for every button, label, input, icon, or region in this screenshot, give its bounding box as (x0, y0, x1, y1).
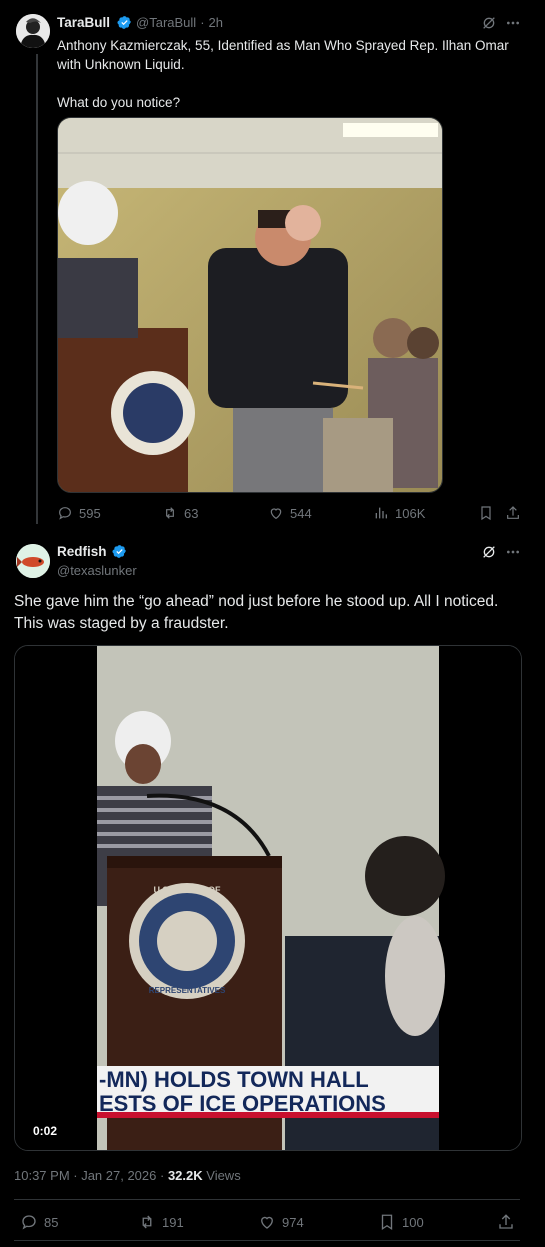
repost-count: 63 (184, 505, 199, 521)
reply-count: 595 (79, 505, 101, 521)
bookmark-icon (381, 1214, 393, 1231)
like-count: 974 (282, 1214, 304, 1230)
thread-connector-line (36, 54, 38, 524)
post-timestamp[interactable]: 10:37 PM · Jan 27, 2026 · (14, 1168, 168, 1183)
bookmark-button[interactable] (478, 505, 494, 521)
repost-button[interactable]: 191 (138, 1213, 184, 1231)
seal-label-top: U.S. HOUSE OF (153, 885, 221, 895)
video-duration: 0:02 (27, 1122, 64, 1140)
share-icon (507, 506, 519, 519)
author-handle[interactable]: @TaraBull (136, 15, 196, 30)
avatar[interactable] (16, 14, 50, 48)
divider (14, 1240, 520, 1241)
dot-separator: · (200, 15, 205, 30)
chyron-line: ESTS OF ICE OPERATIONS (99, 1091, 386, 1116)
post2-header: Redfish (57, 544, 127, 559)
post-time[interactable]: 2h (209, 15, 223, 30)
reply-icon (59, 507, 71, 520)
grok-icon[interactable] (481, 15, 497, 31)
avatar-image-icon (16, 14, 50, 48)
bookmark-button[interactable]: 100 (378, 1213, 424, 1231)
reply-count: 85 (44, 1214, 59, 1230)
repost-icon (142, 1215, 152, 1229)
more-options-icon[interactable] (505, 544, 521, 560)
repost-button[interactable]: 63 (162, 505, 198, 521)
divider (14, 1199, 520, 1200)
post1-text-line: What do you notice? (57, 95, 181, 110)
repost-icon (166, 507, 174, 519)
views-count: 32.2K (167, 1168, 203, 1183)
reply-icon (22, 1215, 36, 1230)
like-count: 544 (290, 505, 312, 521)
author-name[interactable]: Redfish (57, 544, 107, 559)
share-icon (499, 1214, 513, 1229)
view-count: 106K (395, 505, 426, 521)
verified-badge-icon (117, 15, 132, 30)
author-name[interactable]: TaraBull (57, 15, 110, 30)
share-button[interactable] (497, 1213, 515, 1231)
post2-text: She gave him the “go ahead” nod just bef… (14, 593, 499, 632)
views-label: Views (202, 1168, 241, 1183)
post1-text-line: Anthony Kazmierczak, 55, Identified as M… (57, 38, 509, 53)
reply-button[interactable]: 595 (57, 505, 101, 521)
more-options-icon[interactable] (505, 15, 521, 31)
post1-text: Anthony Kazmierczak, 55, Identified as M… (57, 36, 527, 112)
chyron-line: -MN) HOLDS TOWN HALL (99, 1067, 369, 1092)
fish-avatar-icon (16, 544, 50, 578)
grok-icon[interactable] (481, 544, 497, 560)
avatar[interactable] (16, 544, 50, 578)
like-button[interactable]: 544 (268, 505, 312, 521)
post1-header: TaraBull @TaraBull · 2h (57, 15, 223, 30)
analytics-icon (375, 507, 387, 519)
video-player[interactable]: -MN) HOLDS TOWN HALL ESTS OF ICE OPERATI… (14, 645, 522, 1151)
bookmark-count: 100 (402, 1214, 424, 1230)
repost-count: 191 (162, 1214, 184, 1230)
heart-icon (270, 508, 282, 520)
author-handle[interactable]: @texaslunker (57, 563, 137, 578)
news-chyron: -MN) HOLDS TOWN HALL ESTS OF ICE OPERATI… (99, 1068, 386, 1116)
like-button[interactable]: 974 (258, 1213, 304, 1231)
views-button[interactable]: 106K (373, 505, 425, 521)
post-meta: 10:37 PM · Jan 27, 2026 · 32.2K Views (14, 1168, 241, 1183)
heart-icon (261, 1216, 273, 1229)
post1-photo[interactable] (57, 117, 443, 493)
post1-text-line: with Unknown Liquid. (57, 57, 185, 72)
seal-label-bottom: REPRESENTATIVES (148, 986, 226, 995)
verified-badge-icon (111, 544, 127, 559)
share-button[interactable] (505, 505, 521, 521)
reply-button[interactable]: 85 (20, 1213, 58, 1231)
bookmark-icon (481, 506, 491, 521)
